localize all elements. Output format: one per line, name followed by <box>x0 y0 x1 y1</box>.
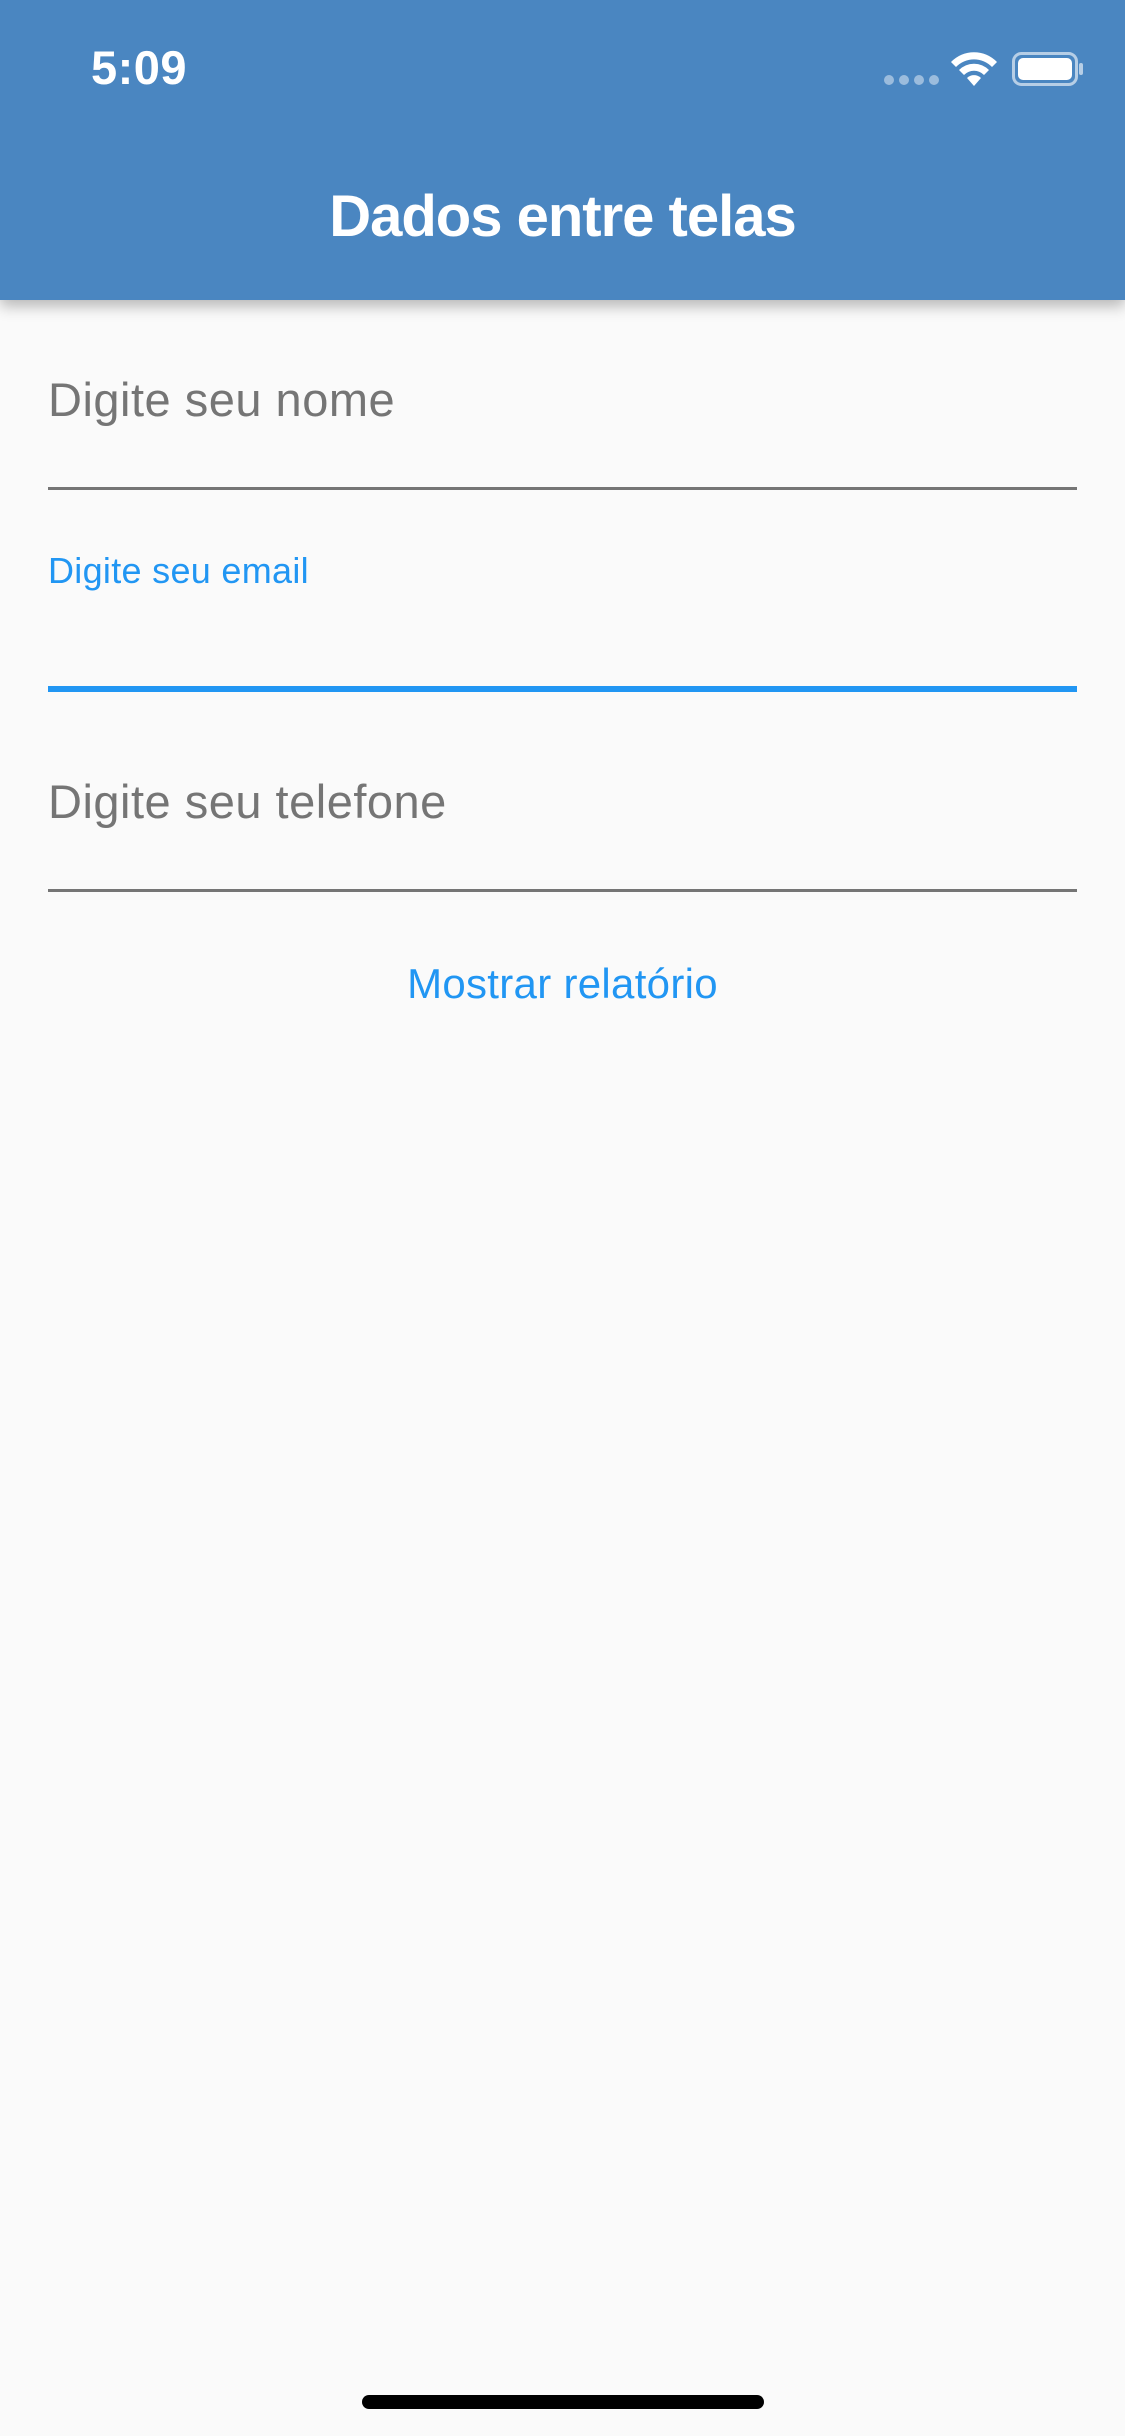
cellular-signal-icon <box>884 75 939 85</box>
home-indicator[interactable] <box>362 2395 764 2409</box>
email-field-underline <box>48 686 1077 692</box>
show-report-button[interactable]: Mostrar relatório <box>0 960 1125 1008</box>
app-bar: 5:09 Dados entre telas <box>0 0 1125 300</box>
email-field[interactable]: Digite seu email <box>48 540 1077 694</box>
phone-field-underline <box>48 889 1077 892</box>
status-time: 5:09 <box>91 41 188 94</box>
wifi-icon <box>951 52 997 86</box>
name-field[interactable]: Digite seu nome <box>48 360 1077 492</box>
battery-icon <box>1012 52 1083 86</box>
phone-field-placeholder: Digite seu telefone <box>48 775 447 828</box>
name-field-placeholder: Digite seu nome <box>48 373 396 426</box>
phone-field[interactable]: Digite seu telefone <box>48 762 1077 894</box>
page-title: Dados entre telas <box>329 184 797 249</box>
name-field-underline <box>48 487 1077 490</box>
screen: 5:09 Dados entre telas Digite seu nome D… <box>0 0 1125 2436</box>
email-field-label: Digite seu email <box>48 550 309 591</box>
